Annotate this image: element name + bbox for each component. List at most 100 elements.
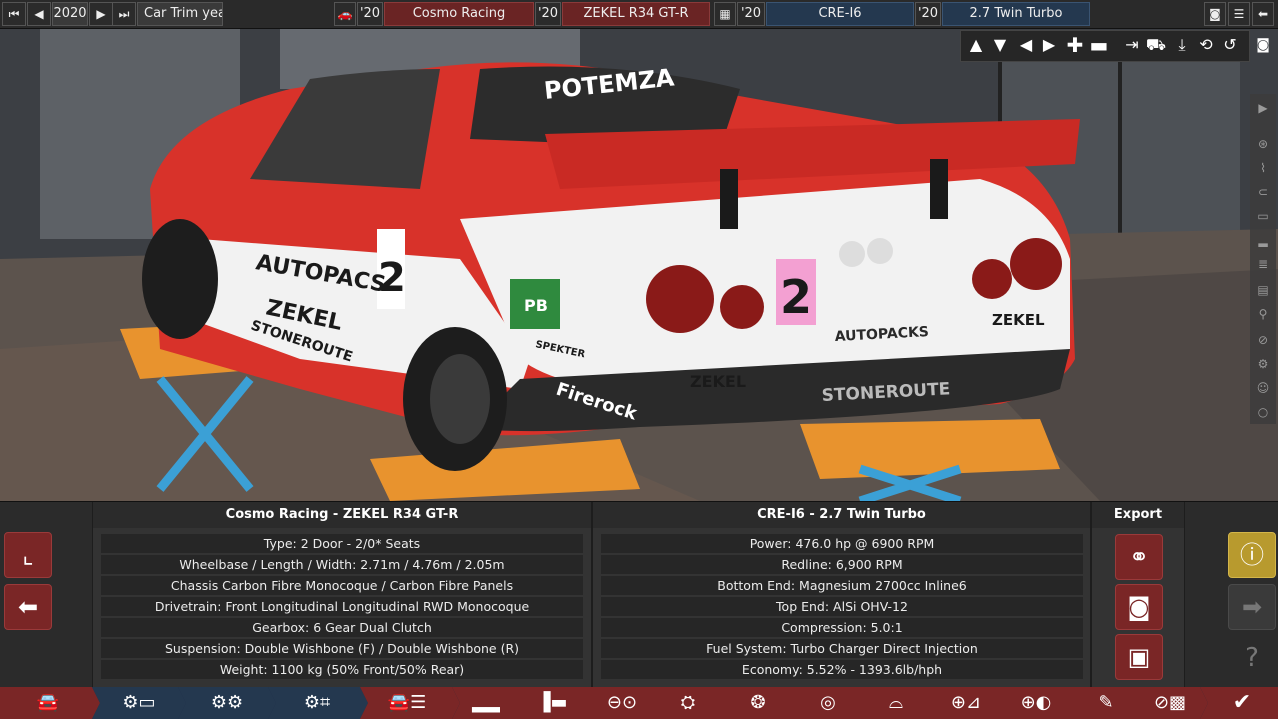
graph-button[interactable]: ⌞ xyxy=(4,532,52,578)
model-name-button[interactable]: Cosmo Racing xyxy=(384,2,534,26)
sort-label[interactable]: Car Trim year xyxy=(137,2,223,26)
steering-icon[interactable]: ⊕◐ xyxy=(1006,687,1066,719)
livery-text: ZEKEL xyxy=(690,372,746,391)
trim-name-button[interactable]: ZEKEL R34 GT-R xyxy=(562,2,710,26)
reset-icon[interactable]: ↺ xyxy=(1219,34,1241,56)
grille-icon[interactable]: ≣ xyxy=(1253,254,1273,274)
body-icon[interactable]: ▭ xyxy=(1253,206,1273,226)
testing-icon[interactable]: ⊘▩ xyxy=(1140,687,1200,719)
down-align-icon[interactable]: ⤓ xyxy=(1171,34,1193,56)
save-icon: ▣ xyxy=(1127,643,1151,671)
car-viewport[interactable]: POTEMZA AUTOPACS ZEKEL STONEROUTE PB SPE… xyxy=(0,29,1278,501)
gear-icon[interactable]: ⚙ xyxy=(1253,354,1273,374)
car-info-row: Suspension: Double Wishbone (F) / Double… xyxy=(101,639,583,658)
prev-icon[interactable]: ◀ xyxy=(27,2,51,26)
menu-icon[interactable]: ☰ xyxy=(1228,2,1250,26)
finish-check-icon[interactable]: ✔ xyxy=(1214,687,1270,719)
save-button[interactable]: ▣ xyxy=(1115,634,1163,680)
down-arrow-icon[interactable]: ▼ xyxy=(989,34,1011,56)
model-year: '20 xyxy=(357,2,383,26)
engine-info-row: Redline: 6,900 RPM xyxy=(601,555,1083,574)
camera-icon[interactable]: ◙ xyxy=(1204,2,1226,26)
help-button[interactable]: ? xyxy=(1228,636,1276,682)
engine-parts-icon[interactable]: ⚙⚙ xyxy=(192,687,262,719)
paint-icon[interactable]: ✎ xyxy=(1076,687,1136,719)
export-title: Export xyxy=(1092,502,1184,528)
back-button[interactable]: ⬅ xyxy=(4,584,52,630)
back-arrow-icon[interactable]: ⬅ xyxy=(1252,2,1274,26)
forward-button[interactable]: ➡ xyxy=(1228,584,1276,630)
skip-back-icon[interactable]: ⏮ xyxy=(2,2,26,26)
engine-info-row: Economy: 5.52% - 1393.6lb/hph xyxy=(601,660,1083,679)
rotate-icon[interactable]: ⟲ xyxy=(1195,34,1217,56)
side-tool-column: ▶ ⊛ ⌇ ⊂ ▭ ▂ ≣ ▤ ⚲ ⊘ ⚙ ☺ ○ xyxy=(1250,94,1276,424)
person-icon[interactable]: ☺ xyxy=(1253,378,1273,398)
body-icon[interactable]: ▂▂ xyxy=(460,687,512,719)
export-column: Export ⚭ ◙ ▣ xyxy=(1091,502,1185,688)
car-render: POTEMZA AUTOPACS ZEKEL STONEROUTE PB SPE… xyxy=(0,29,1278,501)
share-button[interactable]: ⚭ xyxy=(1115,534,1163,580)
turbo-icon[interactable]: ⊖⊙ xyxy=(592,687,652,719)
car-info-row: Weight: 1100 kg (50% Front/50% Rear) xyxy=(101,660,583,679)
left-arrow-icon[interactable]: ◀ xyxy=(1015,34,1037,56)
radiator-icon[interactable]: ▤ xyxy=(1253,280,1273,300)
info-panel: ⌞ ⬅ Cosmo Racing - ZEKEL R34 GT-R Type: … xyxy=(0,501,1278,688)
help-icon: ? xyxy=(1245,643,1259,673)
brake-icon[interactable]: ◎ xyxy=(798,687,858,719)
livery-text: ZEKEL xyxy=(992,311,1045,329)
car-info-row: Wheelbase / Length / Width: 2.71m / 4.76… xyxy=(101,555,583,574)
wheel-icon[interactable]: ❂ xyxy=(728,687,788,719)
engine-info-row: Bottom End: Magnesium 2700cc Inline6 xyxy=(601,576,1083,595)
car-icon[interactable]: 🚘 xyxy=(18,687,78,719)
car-design-icon[interactable]: 🚘☰ xyxy=(372,687,442,719)
zoom-out-icon[interactable]: ▬ xyxy=(1088,34,1110,56)
aero-icon[interactable]: ⌓ xyxy=(866,687,926,719)
car-info-row: Type: 2 Door - 2/0* Seats xyxy=(101,534,583,553)
car-view-icon[interactable]: ⛟ xyxy=(1145,34,1167,56)
align-icon[interactable]: ⇥ xyxy=(1121,34,1143,56)
year-field[interactable]: 2020 xyxy=(52,2,88,26)
top-bar: ⏮ ◀ 2020 ▶ ⏭ Car Trim year 🚗 '20 Cosmo R… xyxy=(0,0,1278,29)
car-info-title: Cosmo Racing - ZEKEL R34 GT-R xyxy=(93,502,591,528)
skip-forward-icon[interactable]: ⏭ xyxy=(112,2,136,26)
livery-text: 2 xyxy=(780,270,812,324)
engine-info-row: Fuel System: Turbo Charger Direct Inject… xyxy=(601,639,1083,658)
wheel-icon[interactable]: ⊛ xyxy=(1253,134,1273,154)
variant-year: '20 xyxy=(915,2,941,26)
seat-icon[interactable]: ⚲ xyxy=(1253,304,1273,324)
up-arrow-icon[interactable]: ▲ xyxy=(965,34,987,56)
share-icon: ⚭ xyxy=(1128,543,1150,571)
engine-layout-icon[interactable]: ⚙⌗ xyxy=(282,687,352,719)
brake-icon[interactable]: ⊂ xyxy=(1253,182,1273,202)
car-icon[interactable]: 🚗 xyxy=(334,2,356,26)
engine-folder-icon[interactable]: ⚙▭ xyxy=(104,687,174,719)
warning-button[interactable]: ⓘ xyxy=(1228,532,1276,578)
livery-text: 2 xyxy=(378,255,406,301)
car-info-row: Chassis Carbon Fibre Monocoque / Carbon … xyxy=(101,576,583,595)
forward-arrow-icon: ➡ xyxy=(1241,593,1263,621)
gear-icon[interactable]: ⛭ xyxy=(660,687,716,719)
suspension-icon[interactable]: ▐▬ xyxy=(522,687,582,719)
photo-button[interactable]: ◙ xyxy=(1115,584,1163,630)
zoom-in-icon[interactable]: ✚ xyxy=(1064,34,1086,56)
camera-toolbar: ▲ ▼ ◀ ▶ ✚ ▬ ⇥ ⛟ ⤓ ⟲ ↺ xyxy=(960,30,1250,62)
engine-icon[interactable]: ▦ xyxy=(714,2,736,26)
car-side-icon[interactable]: ▂ xyxy=(1253,230,1273,250)
back-arrow-icon: ⬅ xyxy=(17,593,39,621)
circle-icon[interactable]: ○ xyxy=(1253,402,1273,422)
engine-name-button[interactable]: CRE-I6 xyxy=(766,2,914,26)
variant-name-button[interactable]: 2.7 Twin Turbo xyxy=(942,2,1090,26)
no-icon[interactable]: ⊘ xyxy=(1253,330,1273,350)
expand-icon[interactable]: ▶ xyxy=(1253,98,1273,118)
livery-text: PB xyxy=(524,296,548,315)
engine-info-title: CRE-I6 - 2.7 Twin Turbo xyxy=(593,502,1090,528)
screenshot-icon[interactable]: ◙ xyxy=(1252,34,1274,56)
spring-icon[interactable]: ⌇ xyxy=(1253,158,1273,178)
right-arrow-icon[interactable]: ▶ xyxy=(1038,34,1060,56)
interior-icon[interactable]: ⊕⊿ xyxy=(936,687,996,719)
engine-info-row: Power: 476.0 hp @ 6900 RPM xyxy=(601,534,1083,553)
next-icon[interactable]: ▶ xyxy=(89,2,113,26)
graph-icon: ⌞ xyxy=(22,541,34,569)
design-nav-bar: 🚘 ⚙▭ ⚙⚙ ⚙⌗ 🚘☰ ▂▂ ▐▬ ⊖⊙ ⛭ ❂ ◎ ⌓ ⊕⊿ ⊕◐ ✎ ⊘… xyxy=(0,687,1278,719)
car-info-row: Drivetrain: Front Longitudinal Longitudi… xyxy=(101,597,583,616)
